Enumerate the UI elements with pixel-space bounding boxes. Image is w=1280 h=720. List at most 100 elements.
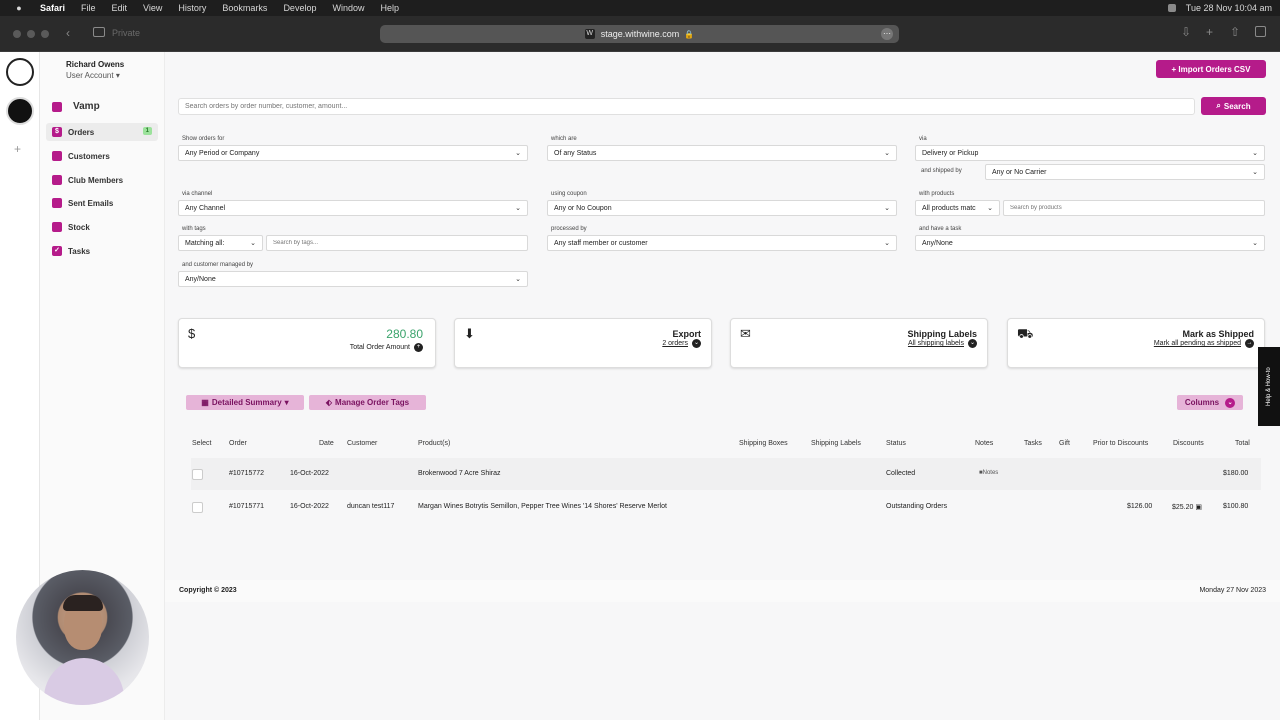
tags-search-input[interactable]	[266, 235, 528, 251]
detailed-summary-label: Detailed Summary	[211, 398, 282, 407]
close-window-button[interactable]	[13, 30, 21, 38]
col-total[interactable]: Total	[1235, 440, 1250, 447]
carrier-select-value: Any or No Carrier	[992, 168, 1047, 176]
sidebar-icon[interactable]	[93, 27, 105, 37]
arrow-circle-icon[interactable]: →	[1245, 339, 1254, 348]
col-shipping-boxes[interactable]: Shipping Boxes	[739, 440, 788, 447]
coupon-select[interactable]: Any or No Coupon ⌄	[547, 200, 897, 216]
products-match-select[interactable]: All products matc ⌄	[915, 200, 1000, 216]
brand[interactable]: Vamp	[52, 101, 100, 112]
search-icon: ⌕	[1216, 101, 1221, 110]
sidebar-item-label: Club Members	[68, 175, 124, 185]
address-bar[interactable]: W stage.withwine.com 🔒 ⋯	[380, 25, 899, 43]
col-tasks[interactable]: Tasks	[1024, 440, 1042, 447]
channel-select[interactable]: Any Channel ⌄	[178, 200, 528, 216]
shipping-labels-link[interactable]: All shipping labels	[908, 340, 964, 347]
gear-icon[interactable]	[6, 97, 34, 125]
delivery-select[interactable]: Delivery or Pickup ⌄	[915, 145, 1265, 161]
search-input[interactable]	[178, 98, 1195, 115]
chevron-circle-icon[interactable]: ⌄	[968, 339, 977, 348]
search-button[interactable]: ⌕ Search	[1201, 97, 1266, 115]
menu-edit[interactable]: Edit	[112, 3, 128, 13]
sidebar-item-club-members[interactable]: Club Members	[46, 171, 158, 189]
col-customer[interactable]: Customer	[347, 440, 377, 447]
col-date[interactable]: Date	[319, 440, 334, 447]
clock[interactable]: Tue 28 Nov 10:04 am	[1186, 3, 1272, 13]
products-search-input[interactable]	[1003, 200, 1265, 216]
minimize-window-button[interactable]	[27, 30, 35, 38]
table-row[interactable]: #10715771 16-Oct-2022 duncan test117 Mar…	[191, 490, 1261, 522]
manage-tags-label: Manage Order Tags	[335, 398, 410, 407]
menu-app[interactable]: Safari	[40, 3, 65, 13]
menu-window[interactable]: Window	[332, 3, 364, 13]
private-label: Private	[112, 28, 141, 38]
mark-shipped-link[interactable]: Mark all pending as shipped	[1154, 340, 1241, 347]
download-icon[interactable]: ⇩	[1181, 25, 1191, 39]
export-orders-link[interactable]: 2 orders	[662, 340, 688, 347]
col-gift[interactable]: Gift	[1059, 440, 1070, 447]
reload-icon[interactable]: ⋯	[881, 28, 893, 40]
menu-history[interactable]: History	[178, 3, 206, 13]
sidebar-item-customers[interactable]: Customers	[46, 147, 158, 165]
discount-info-icon[interactable]: ▣	[1195, 504, 1202, 511]
task-select[interactable]: Any/None ⌄	[915, 235, 1265, 251]
columns-button[interactable]: Columns ⌄	[1177, 395, 1243, 410]
import-orders-button[interactable]: + Import Orders CSV	[1156, 60, 1266, 78]
sidebar-item-stock[interactable]: Stock	[46, 218, 158, 236]
sidebar-item-tasks[interactable]: ✓ Tasks	[46, 242, 158, 260]
menu-bookmarks[interactable]: Bookmarks	[222, 3, 267, 13]
filter-label-processed: processed by	[551, 226, 587, 232]
col-products[interactable]: Product(s)	[418, 440, 450, 447]
apple-icon[interactable]: ●	[14, 3, 24, 13]
order-number[interactable]: #10715772	[229, 470, 264, 477]
carrier-select[interactable]: Any or No Carrier ⌄	[985, 164, 1265, 180]
sidebar-item-sent-emails[interactable]: Sent Emails	[46, 194, 158, 212]
menu-file[interactable]: File	[81, 3, 96, 13]
total-amount-card: $ 280.80 Total Order Amount +	[178, 318, 436, 368]
chevron-circle-icon[interactable]: ⌄	[692, 339, 701, 348]
managed-by-select[interactable]: Any/None ⌄	[178, 271, 528, 287]
tabs-icon[interactable]	[1255, 26, 1266, 37]
order-number[interactable]: #10715771	[229, 503, 264, 510]
download-export-icon: ⬇	[464, 326, 475, 341]
col-notes[interactable]: Notes	[975, 440, 993, 447]
mark-shipped-card[interactable]: ⛟ Mark as Shipped Mark all pending as sh…	[1007, 318, 1265, 368]
manage-tags-button[interactable]: ⬖ Manage Order Tags	[309, 395, 426, 410]
zoom-window-button[interactable]	[41, 30, 49, 38]
col-prior-discounts[interactable]: Prior to Discounts	[1093, 440, 1148, 447]
share-icon[interactable]: ⇧	[1230, 25, 1240, 39]
sidebar-item-orders[interactable]: $ Orders 1	[46, 123, 158, 141]
detailed-summary-button[interactable]: ▦ Detailed Summary ▾	[186, 395, 304, 410]
export-card[interactable]: ⬇ Export 2 orders ⌄	[454, 318, 712, 368]
company-logo[interactable]	[6, 58, 34, 86]
menu-help[interactable]: Help	[380, 3, 399, 13]
table-row[interactable]: #10715772 16-Oct-2022 Brokenwood 7 Acre …	[191, 458, 1261, 490]
col-shipping-labels[interactable]: Shipping Labels	[811, 440, 861, 447]
menu-view[interactable]: View	[143, 3, 162, 13]
col-order[interactable]: Order	[229, 440, 247, 447]
back-icon[interactable]: ‹	[66, 26, 70, 40]
period-select[interactable]: Any Period or Company ⌄	[178, 145, 528, 161]
filter-label-products: with products	[919, 191, 955, 197]
help-tab[interactable]: Help & How-to	[1258, 347, 1280, 426]
row-checkbox[interactable]	[192, 469, 203, 480]
stock-icon	[52, 222, 62, 232]
add-company-icon[interactable]: +	[14, 142, 21, 156]
control-center-icon[interactable]	[1167, 4, 1176, 12]
shipping-labels-card[interactable]: ✉ Shipping Labels All shipping labels ⌄	[730, 318, 988, 368]
brand-name: Vamp	[73, 101, 100, 112]
status-select[interactable]: Of any Status ⌄	[547, 145, 897, 161]
col-discounts[interactable]: Discounts	[1173, 440, 1204, 447]
menu-develop[interactable]: Develop	[283, 3, 316, 13]
plus-circle-icon[interactable]: +	[414, 343, 423, 352]
tags-match-select[interactable]: Matching all: ⌄	[178, 235, 263, 251]
processed-by-select[interactable]: Any staff member or customer ⌄	[547, 235, 897, 251]
user-menu[interactable]: Richard Owens User Account ▾	[66, 60, 124, 80]
row-checkbox[interactable]	[192, 502, 203, 513]
order-customer[interactable]: duncan test117	[347, 503, 394, 510]
new-tab-icon[interactable]: +	[1206, 25, 1213, 39]
products-match-value: All products matc	[922, 204, 976, 212]
chevron-down-icon: ⌄	[515, 150, 521, 157]
col-status[interactable]: Status	[886, 440, 906, 447]
order-notes[interactable]: ■Notes	[979, 470, 998, 476]
